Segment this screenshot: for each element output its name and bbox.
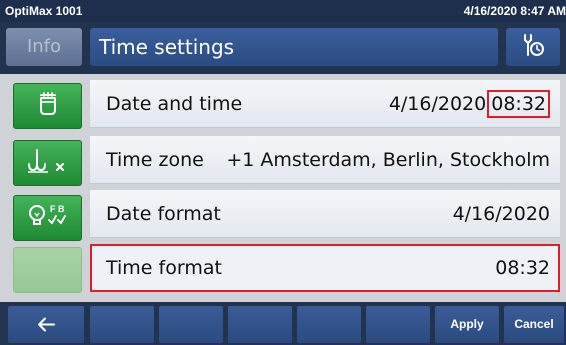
stirrer-button[interactable] [13, 140, 82, 186]
time-value-highlighted: 08:32 [487, 90, 550, 118]
apply-button[interactable]: Apply [435, 306, 499, 343]
stirrer-off-icon [26, 148, 70, 178]
setting-date-and-time[interactable]: Date and time 4/16/2020 08:32 [90, 80, 560, 128]
empty-bottom-button [159, 306, 223, 343]
setting-time-zone[interactable]: Time zone +1 Amsterdam, Berlin, Stockhol… [90, 136, 560, 184]
setting-value: 4/16/2020 08:32 [389, 80, 550, 128]
setting-time-format[interactable]: Time format 08:32 [90, 244, 560, 292]
info-button[interactable]: Info [6, 28, 82, 66]
bottom-bar: Apply Cancel [0, 302, 566, 345]
setting-value: +1 Amsterdam, Berlin, Stockholm [226, 149, 550, 171]
tools-button[interactable] [506, 28, 560, 66]
svg-text:F B: F B [50, 204, 65, 214]
setting-label: Time zone [106, 149, 204, 171]
empty-bottom-button [228, 306, 292, 343]
device-name: OptiMax 1001 [5, 4, 83, 18]
empty-bottom-button [366, 306, 430, 343]
setting-value: 4/16/2020 [452, 203, 550, 225]
setting-value: 08:32 [495, 257, 550, 279]
reactor-vessel-icon [36, 91, 60, 121]
setting-date-format[interactable]: Date format 4/16/2020 [90, 190, 560, 238]
reactor-button[interactable] [13, 83, 82, 129]
setting-label: Date format [106, 203, 221, 225]
header-bar: Info Time settings [0, 22, 566, 74]
empty-bottom-button [90, 306, 154, 343]
status-bar: OptiMax 1001 4/16/2020 8:47 AM [0, 0, 566, 22]
setting-label: Date and time [106, 93, 243, 115]
cancel-button[interactable]: Cancel [504, 306, 564, 343]
setting-label: Time format [106, 257, 222, 279]
empty-bottom-button [297, 306, 361, 343]
back-button[interactable] [8, 306, 84, 343]
back-arrow-icon [35, 317, 57, 332]
lamp-button[interactable]: F B [13, 195, 82, 241]
lamp-fb-icon: F B [26, 202, 70, 234]
empty-side-button [13, 247, 82, 293]
date-value: 4/16/2020 [388, 93, 487, 115]
status-datetime: 4/16/2020 8:47 AM [463, 4, 566, 18]
page-title: Time settings [90, 28, 498, 66]
wrench-clock-icon [520, 32, 546, 62]
